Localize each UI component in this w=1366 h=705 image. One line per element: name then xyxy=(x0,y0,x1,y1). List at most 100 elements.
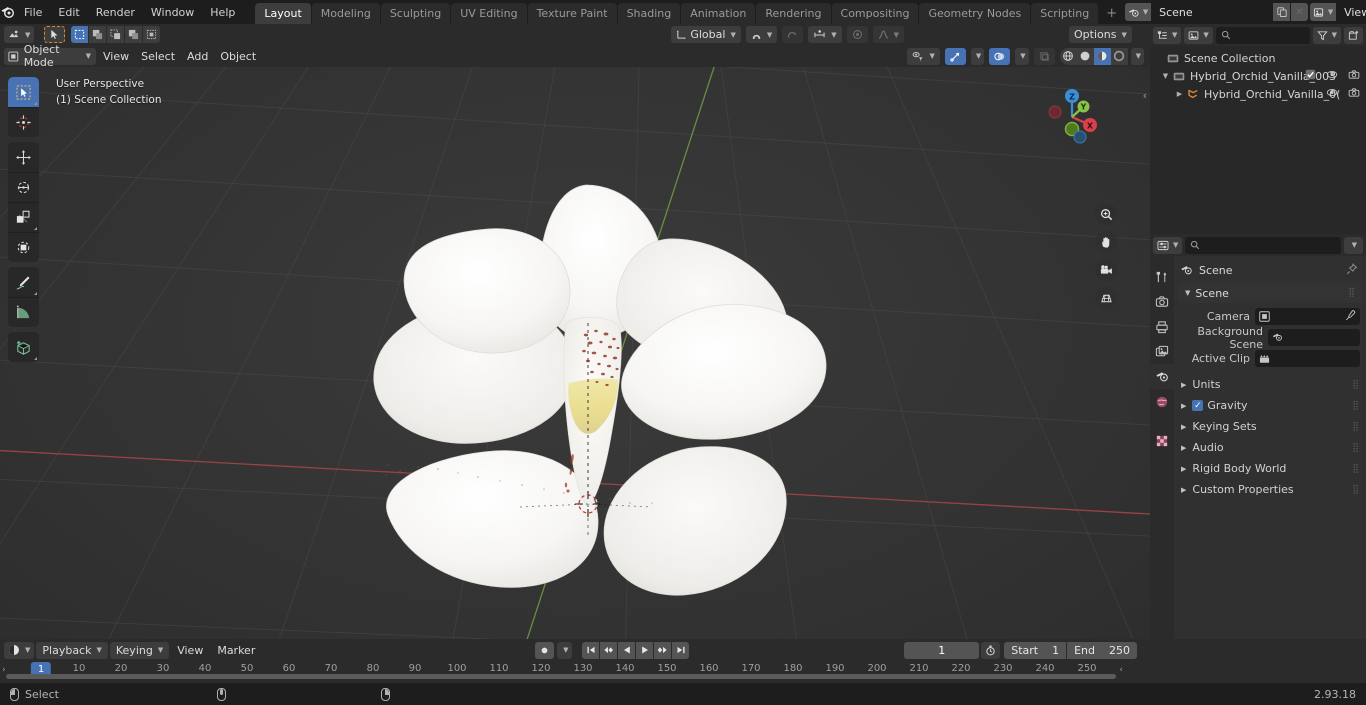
tab-compositing[interactable]: Compositing xyxy=(831,3,919,24)
shading-wireframe-icon[interactable] xyxy=(1059,47,1077,65)
select-box-icon[interactable] xyxy=(71,26,89,43)
menu-render[interactable]: Render xyxy=(88,3,143,21)
timeline-editor-type-button[interactable]: ▼ xyxy=(4,641,35,659)
jump-to-prev-keyframe-button[interactable] xyxy=(600,641,618,659)
shading-options-dropdown[interactable]: ▼ xyxy=(1130,47,1144,65)
disclosure-triangle-icon[interactable]: ▶ xyxy=(1174,90,1185,98)
end-frame-field[interactable]: End 250 xyxy=(1067,641,1137,659)
select-intersect-icon[interactable] xyxy=(143,26,161,43)
transform-orientation-dropdown[interactable]: Global ▼ xyxy=(671,26,741,43)
viewport-options-button[interactable]: Options ▼ xyxy=(1069,26,1134,43)
tool-move[interactable] xyxy=(8,142,39,172)
tab-layout[interactable]: Layout xyxy=(255,3,311,24)
timeline-menu-marker[interactable]: Marker xyxy=(211,642,261,659)
eyedropper-icon[interactable] xyxy=(1345,309,1356,324)
disclosure-triangle-icon[interactable]: ▼ xyxy=(1160,72,1171,80)
zoom-icon[interactable] xyxy=(1095,203,1117,225)
current-frame-field[interactable]: 1 xyxy=(904,641,980,659)
timeline-menu-keying[interactable]: Keying ▼ xyxy=(109,641,170,659)
camera-field[interactable] xyxy=(1255,308,1360,325)
viewport-menu-view[interactable]: View xyxy=(98,48,134,65)
select-extend-icon[interactable] xyxy=(89,26,107,43)
tab-uv-editing[interactable]: UV Editing xyxy=(451,3,527,24)
camera-view-icon[interactable] xyxy=(1095,259,1117,281)
camera-render-icon[interactable] xyxy=(1348,87,1360,101)
show-overlays-button[interactable] xyxy=(989,47,1011,65)
viewport-menu-add[interactable]: Add xyxy=(182,48,213,65)
pin-icon[interactable] xyxy=(1346,262,1358,278)
viewlayer-browse-icon[interactable]: ▼ xyxy=(1310,3,1337,21)
shading-rendered-icon[interactable] xyxy=(1110,47,1128,65)
sidebar-collapse-arrow-icon[interactable]: ‹ xyxy=(1143,89,1147,102)
timeline-collapse-arrow-icon[interactable]: ‹ xyxy=(1119,665,1123,675)
overlay-options-dropdown[interactable]: ▼ xyxy=(1015,47,1029,65)
eye-visibility-icon[interactable] xyxy=(1326,87,1338,101)
object-mode-dropdown[interactable]: Object Mode ▼ xyxy=(4,43,96,69)
panel-header-rigid-body-world[interactable]: ▶ Rigid Body World ⣿ xyxy=(1174,458,1366,479)
tab-sculpting[interactable]: Sculpting xyxy=(380,3,451,24)
tab-texture-paint[interactable]: Texture Paint xyxy=(527,3,617,24)
menu-window[interactable]: Window xyxy=(143,3,202,21)
jump-to-end-button[interactable] xyxy=(672,641,690,659)
panel-header-custom-properties[interactable]: ▶ Custom Properties ⣿ xyxy=(1174,479,1366,500)
viewlayer-name-field[interactable]: View Layer xyxy=(1337,3,1366,21)
tool-tweak-select-box[interactable] xyxy=(8,77,39,107)
viewport-menu-select[interactable]: Select xyxy=(136,48,180,65)
snap-increment-button[interactable]: ▼ xyxy=(808,26,842,43)
tab-add-workspace[interactable]: + xyxy=(1099,3,1124,24)
background-scene-field[interactable] xyxy=(1268,329,1360,346)
shading-material-preview-icon[interactable] xyxy=(1093,47,1111,65)
snap-magnet-button[interactable]: ▼ xyxy=(745,26,778,43)
tool-measure[interactable] xyxy=(8,297,39,327)
select-subtract-icon[interactable] xyxy=(107,26,125,43)
use-preview-range-button[interactable] xyxy=(981,641,1001,659)
timeline-horizontal-scrollbar[interactable] xyxy=(6,674,1116,679)
outliner-filter-button[interactable]: ▼ xyxy=(1312,26,1341,44)
pan-hand-icon[interactable] xyxy=(1095,231,1117,253)
panel-header-scene[interactable]: ▼ Scene ⣿ xyxy=(1178,283,1362,303)
cursor-tool-button[interactable] xyxy=(44,26,66,43)
viewport-menu-object[interactable]: Object xyxy=(215,48,261,65)
proportional-edit-button[interactable] xyxy=(782,26,804,43)
camera-render-icon[interactable] xyxy=(1348,69,1360,83)
tab-shading[interactable]: Shading xyxy=(617,3,681,24)
menu-file[interactable]: File xyxy=(16,3,50,21)
properties-editor-type-button[interactable]: ▼ xyxy=(1153,236,1183,254)
gizmo-options-dropdown[interactable]: ▼ xyxy=(970,47,985,65)
visibility-filter-button[interactable]: ▼ xyxy=(907,47,940,65)
3d-viewport[interactable]: User Perspective (1) Scene Collection Z … xyxy=(0,67,1150,639)
jump-to-next-keyframe-button[interactable] xyxy=(654,641,672,659)
panel-header-gravity[interactable]: ▶ ✓ Gravity ⣿ xyxy=(1174,395,1366,416)
menu-help[interactable]: Help xyxy=(202,3,243,21)
outliner-display-mode-button[interactable]: ▼ xyxy=(1184,26,1213,44)
editor-type-button[interactable]: ▼ xyxy=(4,26,35,43)
tab-modeling[interactable]: Modeling xyxy=(311,3,380,24)
properties-tab-tool[interactable] xyxy=(1150,264,1174,289)
tool-scale[interactable] xyxy=(8,202,39,232)
show-gizmo-button[interactable] xyxy=(944,47,966,65)
properties-tab-texture[interactable] xyxy=(1150,428,1174,453)
tab-scripting[interactable]: Scripting xyxy=(1031,3,1099,24)
outliner-row-collection[interactable]: ▼ Hybrid_Orchid_Vanilla_003 xyxy=(1150,67,1366,85)
shading-solid-icon[interactable] xyxy=(1076,47,1094,65)
scene-browse-icon[interactable]: ▼ xyxy=(1125,3,1152,21)
tool-transform[interactable] xyxy=(8,232,39,262)
navigation-gizmo[interactable]: Z Y X xyxy=(1036,81,1108,153)
outliner-editor-type-button[interactable]: ▼ xyxy=(1153,26,1182,44)
tab-rendering[interactable]: Rendering xyxy=(756,3,831,24)
timeline-menu-playback[interactable]: Playback ▼ xyxy=(36,641,108,659)
tab-geometry-nodes[interactable]: Geometry Nodes xyxy=(919,3,1031,24)
tool-rotate[interactable] xyxy=(8,172,39,202)
properties-tab-output[interactable] xyxy=(1150,314,1174,339)
properties-tab-scene[interactable] xyxy=(1150,364,1174,389)
menu-edit[interactable]: Edit xyxy=(50,3,87,21)
properties-tab-render[interactable] xyxy=(1150,289,1174,314)
select-difference-icon[interactable] xyxy=(125,26,143,43)
scene-name-field[interactable]: Scene xyxy=(1152,3,1273,21)
blender-logo-icon[interactable] xyxy=(0,0,16,24)
auto-keying-button[interactable] xyxy=(535,641,555,659)
play-reverse-button[interactable] xyxy=(618,641,636,659)
eye-visibility-icon[interactable] xyxy=(1326,69,1338,83)
tool-add-cube[interactable] xyxy=(8,332,39,362)
panel-header-audio[interactable]: ▶ Audio ⣿ xyxy=(1174,437,1366,458)
